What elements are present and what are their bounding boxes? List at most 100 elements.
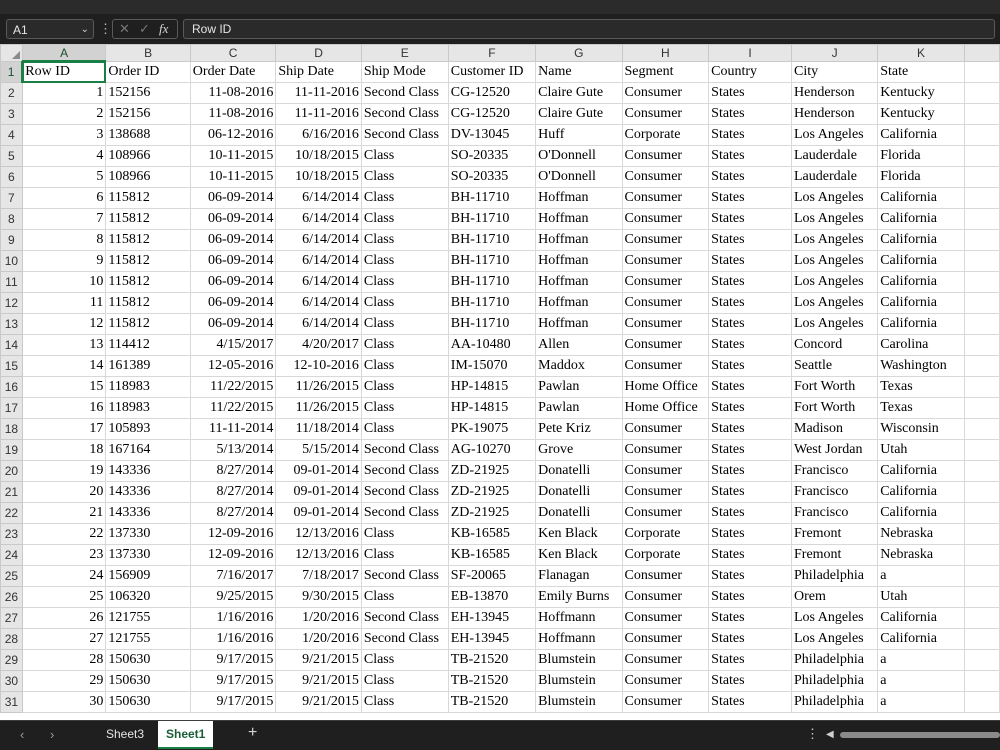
cell[interactable]: States [708,607,792,629]
active-cell[interactable]: Row ID [21,60,107,83]
cell[interactable]: States [708,586,792,608]
row-header[interactable]: 8 [0,208,23,230]
cell[interactable]: Los Angeles [790,271,879,293]
cell[interactable]: Los Angeles [790,313,879,335]
cell[interactable]: Second Class [360,439,449,461]
cell[interactable]: Texas [877,376,965,398]
cell[interactable]: 06-09-2014 [189,271,277,293]
cell[interactable] [963,124,1000,146]
sheet-tab-sheet1[interactable]: Sheet1 [158,721,214,749]
cell[interactable]: 20 [21,481,107,503]
cell[interactable]: 18 [21,439,107,461]
cell[interactable]: Consumer [621,103,710,125]
cell[interactable]: States [708,82,792,104]
cell[interactable]: 9/21/2015 [275,649,362,671]
cell[interactable]: 150630 [105,670,191,692]
cell[interactable]: 167164 [105,439,191,461]
cell[interactable]: 06-09-2014 [189,250,277,272]
cell[interactable]: BH-11710 [447,313,537,335]
cell[interactable]: 4 [21,145,107,167]
cell[interactable]: 106320 [105,586,191,608]
cell[interactable] [963,670,1000,692]
cell[interactable] [963,439,1000,461]
cell[interactable]: 137330 [105,544,191,566]
cell[interactable]: Consumer [621,418,710,440]
cell[interactable]: ZD-21925 [447,502,537,524]
cell[interactable]: California [877,187,965,209]
cell[interactable]: Hoffman [535,187,623,209]
cell[interactable]: Class [360,166,449,188]
cell[interactable]: States [708,313,792,335]
cell[interactable]: Second Class [360,124,449,146]
cell[interactable]: 108966 [105,145,191,167]
cell[interactable]: States [708,229,792,251]
cell[interactable]: 6/14/2014 [275,292,362,314]
next-sheet-icon[interactable]: › [50,727,54,742]
cell[interactable]: Segment [621,60,710,83]
cell[interactable] [963,166,1000,188]
cell[interactable]: Class [360,334,449,356]
cell[interactable]: States [708,481,792,503]
cell[interactable]: 11-08-2016 [189,103,277,125]
cell[interactable]: 7/16/2017 [189,565,277,587]
cell[interactable]: Florida [877,166,965,188]
cell[interactable]: a [877,565,965,587]
cell[interactable]: Class [360,313,449,335]
cell[interactable]: 11-11-2014 [189,418,277,440]
cell[interactable]: Los Angeles [790,208,879,230]
cell[interactable]: Consumer [621,187,710,209]
cell[interactable]: 152156 [105,82,191,104]
cell[interactable]: California [877,229,965,251]
cell[interactable]: BH-11710 [447,292,537,314]
cell[interactable]: 1/20/2016 [275,607,362,629]
cell[interactable]: 12-09-2016 [189,523,277,545]
cell[interactable]: 6/14/2014 [275,229,362,251]
row-header[interactable]: 28 [0,628,23,650]
cell[interactable]: City [790,60,879,83]
cell[interactable]: California [877,628,965,650]
cell[interactable]: 12/13/2016 [275,544,362,566]
cell[interactable]: Ken Black [535,544,623,566]
cell[interactable]: BH-11710 [447,250,537,272]
row-header[interactable]: 5 [0,145,23,167]
cell[interactable]: Hoffman [535,292,623,314]
cell[interactable]: Grove [535,439,623,461]
cell[interactable]: States [708,334,792,356]
cell[interactable] [963,649,1000,671]
cell[interactable]: 14 [21,355,107,377]
cell[interactable]: States [708,439,792,461]
cell[interactable]: Pawlan [535,376,623,398]
cell[interactable]: Pawlan [535,397,623,419]
cell[interactable]: Class [360,397,449,419]
cell[interactable]: 9/17/2015 [189,649,277,671]
cell[interactable]: Order Date [189,60,277,83]
cell[interactable]: Fort Worth [790,397,879,419]
cell[interactable]: Fremont [790,544,879,566]
cell[interactable]: Second Class [360,607,449,629]
cell[interactable]: Class [360,271,449,293]
cell[interactable]: Fort Worth [790,376,879,398]
cell[interactable]: HP-14815 [447,376,537,398]
cell[interactable]: Consumer [621,355,710,377]
cell[interactable]: ZD-21925 [447,481,537,503]
cell[interactable]: Class [360,544,449,566]
cell[interactable]: BH-11710 [447,208,537,230]
cell[interactable] [963,250,1000,272]
cell[interactable]: 115812 [105,187,191,209]
cell[interactable]: California [877,250,965,272]
cell[interactable]: a [877,670,965,692]
cell[interactable]: Order ID [105,60,191,83]
cell[interactable]: Kentucky [877,103,965,125]
cell[interactable]: 114412 [105,334,191,356]
cell[interactable]: 06-12-2016 [189,124,277,146]
cell[interactable]: Consumer [621,145,710,167]
cell[interactable]: Consumer [621,481,710,503]
cell[interactable]: Consumer [621,82,710,104]
cell[interactable]: 138688 [105,124,191,146]
cell[interactable]: Carolina [877,334,965,356]
cell[interactable]: Class [360,670,449,692]
cell[interactable]: 11-11-2016 [275,103,362,125]
cell[interactable]: 16 [21,397,107,419]
cell[interactable]: 5/13/2014 [189,439,277,461]
cell[interactable]: States [708,355,792,377]
